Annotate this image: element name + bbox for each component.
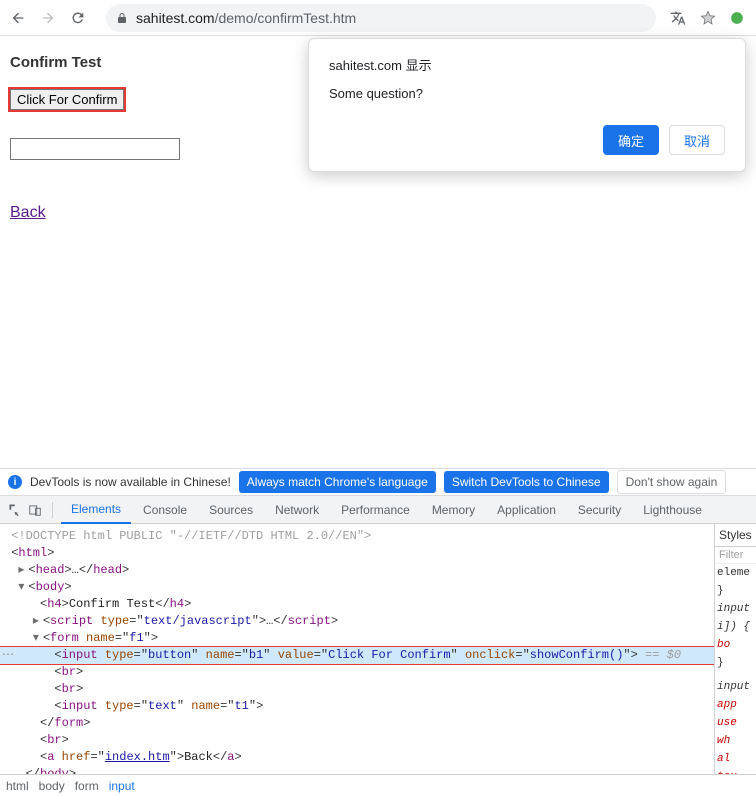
banner-text: DevTools is now available in Chinese! [30,475,231,489]
match-language-button[interactable]: Always match Chrome's language [239,471,436,493]
inspect-element-icon[interactable] [6,501,24,519]
tab-memory[interactable]: Memory [422,497,485,523]
arrow-left-icon [10,10,26,26]
styles-filter[interactable]: Filter [715,547,756,564]
device-toolbar-icon[interactable] [26,501,44,519]
styles-panel[interactable]: Styles Filter eleme } input i]) { bo } i… [714,524,756,774]
crumb-body[interactable]: body [39,779,65,793]
star-icon[interactable] [700,10,716,26]
address-bar[interactable]: sahitest.com/demo/confirmTest.htm [106,4,656,32]
tab-performance[interactable]: Performance [331,497,420,523]
devtools-toolbar: Elements Console Sources Network Perform… [0,496,756,524]
styles-tab[interactable]: Styles [715,524,756,547]
url-text: sahitest.com/demo/confirmTest.htm [136,10,356,26]
tab-elements[interactable]: Elements [61,496,131,524]
tab-security[interactable]: Security [568,497,631,523]
crumb-html[interactable]: html [6,779,29,793]
lock-icon [116,12,128,24]
elements-panel[interactable]: <!DOCTYPE html PUBLIC "-//IETF//DTD HTML… [0,524,714,774]
arrow-right-icon [40,10,56,26]
tab-console[interactable]: Console [133,497,197,523]
dialog-header: sahitest.com 显示 [329,55,725,74]
info-icon: i [8,475,22,489]
forward-button[interactable] [38,8,58,28]
browser-toolbar: sahitest.com/demo/confirmTest.htm [0,0,756,36]
dialog-cancel-button[interactable]: 取消 [669,125,725,155]
click-for-confirm-button[interactable]: Click For Confirm [10,89,124,110]
tab-lighthouse[interactable]: Lighthouse [633,497,712,523]
tab-network[interactable]: Network [265,497,329,523]
elements-breadcrumb: html body form input [0,774,756,796]
reload-icon [70,10,86,26]
switch-language-button[interactable]: Switch DevTools to Chinese [444,471,609,493]
crumb-input[interactable]: input [109,779,135,793]
tab-sources[interactable]: Sources [199,497,263,523]
dialog-message: Some question? [329,86,725,101]
reload-button[interactable] [68,8,88,28]
dialog-ok-button[interactable]: 确定 [603,125,659,155]
result-input[interactable] [10,138,180,160]
confirm-dialog: sahitest.com 显示 Some question? 确定 取消 [308,38,746,172]
selected-dom-node[interactable]: ⋯ <input type="button" name="b1" value="… [0,647,714,664]
crumb-form[interactable]: form [75,779,99,793]
translate-icon[interactable] [670,10,686,26]
devtools-language-banner: i DevTools is now available in Chinese! … [0,468,756,496]
extension-icon[interactable] [730,11,744,25]
back-button[interactable] [8,8,28,28]
back-link[interactable]: Back [10,204,46,222]
dont-show-again-button[interactable]: Don't show again [617,470,727,494]
tab-application[interactable]: Application [487,497,566,523]
